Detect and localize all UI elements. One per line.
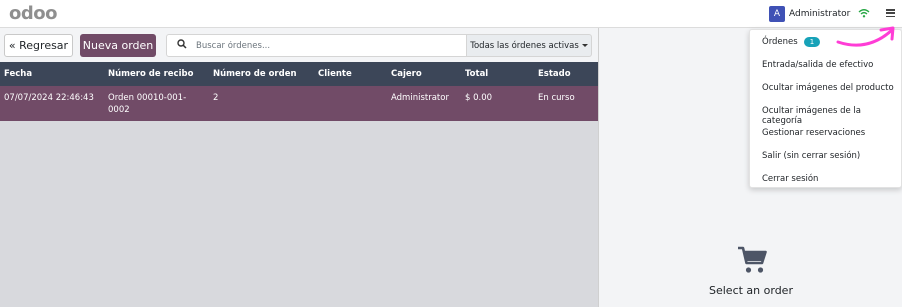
filter-label: Todas las órdenes activas [470,40,579,51]
orders-pane: « Regresar Nueva orden Todas las órdenes… [0,28,598,307]
cell-total: $ 0.00 [465,93,493,103]
column-header-fecha[interactable]: Fecha [4,69,32,79]
menu-item-manage-reservations[interactable]: Gestionar reservaciones [762,128,865,138]
column-header-cajero[interactable]: Cajero [391,69,422,79]
user-menu[interactable]: A Administrator [769,5,850,23]
odoo-logo: odoo [9,3,57,24]
column-header-cliente[interactable]: Cliente [318,69,352,79]
filter-dropdown[interactable]: Todas las órdenes activas [467,34,592,57]
column-header-estado[interactable]: Estado [538,69,578,79]
empty-order-message: Select an order [709,284,793,297]
column-header-total[interactable]: Total [465,69,488,79]
orders-toolbar: « Regresar Nueva orden Todas las órdenes… [0,28,598,62]
top-bar: odoo A Administrator [0,0,902,28]
annotation-arrow-icon [830,22,902,55]
orders-count-badge: 1 [803,37,821,47]
menu-item-label: Órdenes [762,37,798,47]
cell-orden: 2 [213,93,219,103]
back-button[interactable]: « Regresar [4,34,73,57]
cell-fecha: 07/07/2024 22:46:43 [4,93,94,103]
avatar: A [769,6,785,22]
user-name: Administrator [789,9,851,19]
wifi-icon [858,8,870,21]
menu-item-ordenes[interactable]: Órdenes 1 [762,37,821,47]
cell-estado: En curso [538,93,575,103]
new-order-button[interactable]: Nueva orden [80,34,156,57]
hamburger-menu-icon[interactable] [886,9,895,17]
table-header: Fecha Número de recibo Número de orden C… [0,62,598,86]
menu-item-exit-session[interactable]: Salir (sin cerrar sesión) [762,151,860,161]
search-input[interactable] [196,40,446,51]
search-box [166,34,467,57]
shopping-cart-icon [737,246,767,277]
cell-cajero: Administrator [391,93,449,103]
table-row[interactable]: 07/07/2024 22:46:43 Orden 00010-001-0002… [0,86,598,121]
menu-item-cash-in-out[interactable]: Entrada/salida de efectivo [762,60,873,70]
menu-item-logout[interactable]: Cerrar sesión [762,174,818,184]
column-header-orden[interactable]: Número de orden [213,69,297,79]
menu-item-hide-category-images[interactable]: Ocultar imágenes de la categoría [762,106,901,126]
chevron-down-icon [581,44,588,47]
column-header-recibo[interactable]: Número de recibo [108,69,198,79]
menu-item-hide-product-images[interactable]: Ocultar imágenes del producto [762,83,894,93]
cell-recibo: Orden 00010-001-0002 [108,93,187,115]
search-icon [177,39,187,52]
